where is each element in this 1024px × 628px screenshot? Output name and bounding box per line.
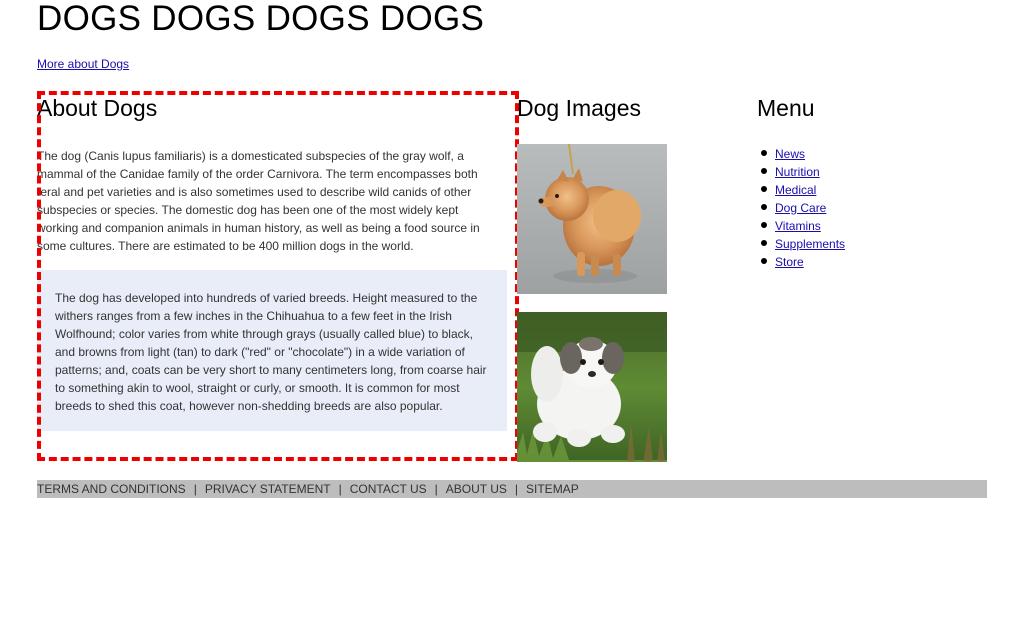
menu-list: News Nutrition Medical Dog Care Vitamins…: [757, 145, 845, 271]
menu-heading: Menu: [757, 95, 815, 121]
footer-link-privacy[interactable]: PRIVACY STATEMENT: [205, 482, 331, 496]
breeds-paragraph: The dog has developed into hundreds of v…: [55, 291, 487, 413]
footer-separator: |: [514, 482, 519, 496]
bullet-icon: [761, 150, 767, 156]
about-section: About Dogs The dog (Canis lupus familiar…: [37, 93, 517, 459]
site-title: DOGS DOGS DOGS DOGS: [37, 0, 485, 38]
footer-separator: |: [193, 482, 197, 496]
footer-link-about[interactable]: ABOUT US: [446, 482, 507, 496]
menu-link-supplements[interactable]: Supplements: [775, 237, 845, 251]
menu-item-medical: Medical: [761, 181, 845, 199]
menu-item-nutrition: Nutrition: [761, 163, 845, 181]
breeds-box: The dog has developed into hundreds of v…: [37, 270, 507, 431]
about-paragraph: The dog (Canis lupus familiaris) is a do…: [37, 149, 480, 253]
bullet-icon: [761, 258, 767, 264]
menu-item-news: News: [761, 145, 845, 163]
page: DOGS DOGS DOGS DOGS More about Dogs Abou…: [0, 0, 1024, 628]
menu-link-vitamins[interactable]: Vitamins: [775, 219, 821, 233]
menu-section: Menu News Nutrition Medical Dog Care Vit…: [757, 94, 987, 284]
footer-link-contact[interactable]: CONTACT US: [350, 482, 427, 496]
pomeranian-photo: [517, 144, 667, 294]
bullet-icon: [761, 240, 767, 246]
images-section: Dog Images: [517, 94, 717, 464]
menu-link-news[interactable]: News: [775, 147, 805, 161]
footer-separator: |: [434, 482, 438, 496]
footer-separator: |: [338, 482, 342, 496]
menu-link-nutrition[interactable]: Nutrition: [775, 165, 820, 179]
bullet-icon: [761, 186, 767, 192]
menu-item-vitamins: Vitamins: [761, 217, 845, 235]
menu-item-dog-care: Dog Care: [761, 199, 845, 217]
menu-item-supplements: Supplements: [761, 235, 845, 253]
menu-item-store: Store: [761, 253, 845, 271]
shih-tzu-puppy-photo: [517, 312, 667, 462]
about-heading: About Dogs: [37, 95, 158, 121]
bullet-icon: [761, 168, 767, 174]
footer-link-terms[interactable]: TERMS AND CONDITIONS: [37, 482, 186, 496]
bullet-icon: [761, 222, 767, 228]
menu-link-store[interactable]: Store: [775, 255, 804, 269]
footer-bar: TERMS AND CONDITIONS | PRIVACY STATEMENT | C…: [37, 480, 987, 498]
bullet-icon: [761, 204, 767, 210]
images-heading: Dog Images: [517, 95, 642, 121]
menu-link-dog-care[interactable]: Dog Care: [775, 201, 826, 215]
more-about-dogs-link[interactable]: More about Dogs: [37, 57, 129, 71]
menu-link-medical[interactable]: Medical: [775, 183, 816, 197]
footer-link-sitemap[interactable]: SITEMAP: [526, 482, 579, 496]
